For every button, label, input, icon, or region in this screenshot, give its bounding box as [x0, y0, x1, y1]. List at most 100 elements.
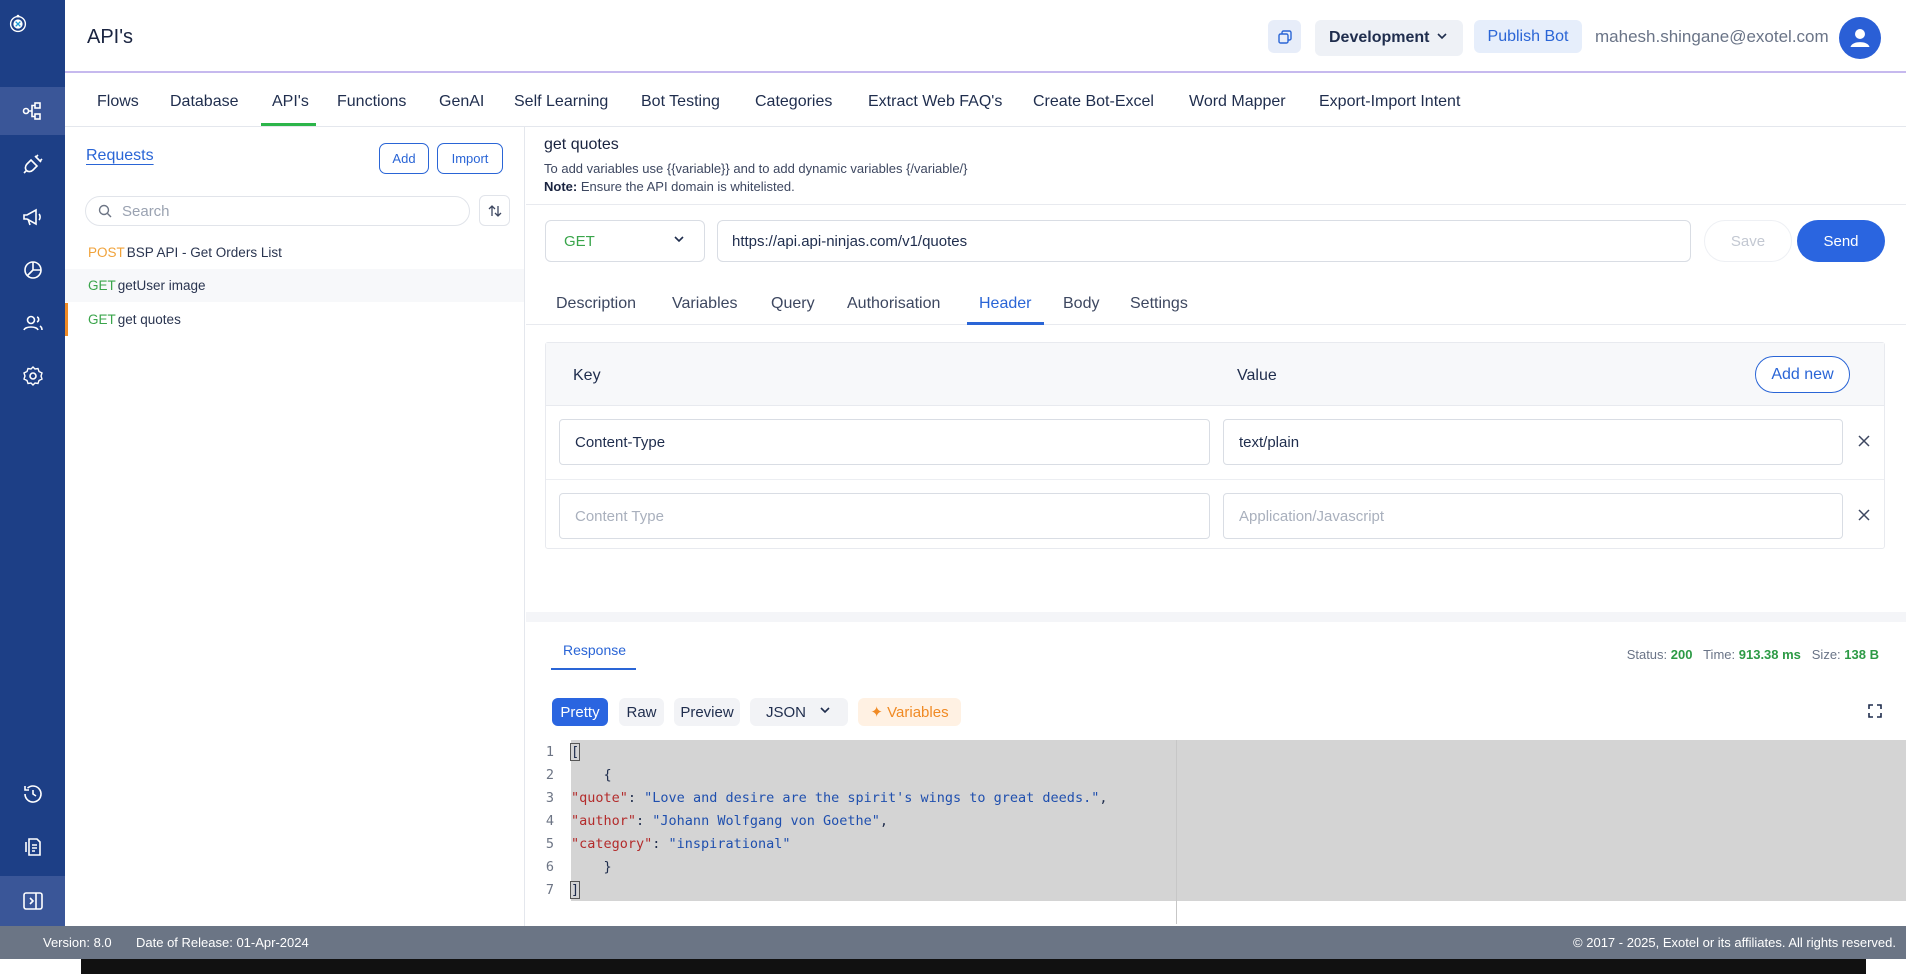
- request-item-active[interactable]: GET get quotes: [65, 303, 524, 336]
- code-line: 4 "author": "Johann Wolfgang von Goethe"…: [531, 809, 1906, 832]
- code-line: 2 {: [531, 763, 1906, 786]
- tab-query[interactable]: Query: [771, 295, 815, 313]
- chevron-down-icon: [818, 703, 832, 721]
- tab-apis[interactable]: API's: [272, 93, 309, 111]
- add-new-header-button[interactable]: Add new: [1755, 356, 1850, 393]
- copy-icon[interactable]: [1268, 20, 1301, 53]
- expand-icon[interactable]: [1868, 704, 1882, 723]
- page-title: API's: [87, 26, 134, 48]
- line-number: 6: [545, 858, 555, 875]
- tab-database[interactable]: Database: [170, 93, 239, 111]
- plug-nav-icon[interactable]: [0, 140, 65, 188]
- pretty-button[interactable]: Pretty: [552, 698, 608, 726]
- request-title: get quotes: [544, 136, 619, 153]
- variables-button[interactable]: ✦ Variables: [858, 698, 961, 726]
- tab-export-import-intent[interactable]: Export-Import Intent: [1319, 93, 1460, 111]
- megaphone-nav-icon[interactable]: [0, 193, 65, 241]
- settings-nav-icon[interactable]: [0, 352, 65, 400]
- avatar[interactable]: [1839, 17, 1881, 59]
- response-tab-indicator: [551, 668, 636, 670]
- request-item[interactable]: POST BSP API - Get Orders List: [65, 236, 524, 269]
- flows-nav-icon[interactable]: [0, 87, 65, 135]
- copyright-text: © 2017 - 2025, Exotel or its affiliates.…: [1573, 935, 1896, 950]
- tab-header[interactable]: Header: [979, 295, 1031, 313]
- divider: [526, 204, 1906, 205]
- requests-title[interactable]: Requests: [86, 147, 154, 165]
- header-value-input[interactable]: text/plain: [1223, 419, 1843, 465]
- environment-select[interactable]: Development: [1315, 20, 1463, 56]
- note-text: Ensure the API domain is whitelisted.: [577, 179, 795, 194]
- status-label: Status:: [1626, 647, 1668, 662]
- variables-hint: To add variables use {{variable}} and to…: [544, 161, 968, 176]
- sort-button[interactable]: [479, 195, 510, 226]
- tab-description[interactable]: Description: [556, 295, 636, 313]
- tab-body[interactable]: Body: [1063, 295, 1099, 313]
- response-code-viewer[interactable]: 1 [ 2 { 3 "quote": "Love and desire are …: [531, 740, 1906, 930]
- document-nav-icon[interactable]: [0, 823, 65, 871]
- exotel-logo-icon[interactable]: [6, 12, 58, 64]
- tab-genai[interactable]: GenAI: [439, 93, 484, 111]
- close-icon[interactable]: [1855, 432, 1873, 450]
- line-number: 7: [545, 881, 555, 898]
- code-text: [: [569, 740, 1906, 763]
- header-key-input[interactable]: Content-Type: [559, 419, 1210, 465]
- tab-extract-web-faqs[interactable]: Extract Web FAQ's: [868, 93, 1002, 111]
- line-number: 2: [545, 766, 555, 783]
- headers-table-head: Key Value Add new: [546, 343, 1884, 406]
- search-icon: [98, 204, 112, 218]
- tab-settings[interactable]: Settings: [1130, 295, 1188, 313]
- code-line: 6 }: [531, 855, 1906, 878]
- tab-categories[interactable]: Categories: [755, 93, 832, 111]
- json-key: "category": [571, 835, 653, 852]
- time-value: 913.38 ms: [1738, 647, 1801, 662]
- headers-table: Key Value Add new Content-Type text/plai…: [545, 342, 1885, 549]
- header-key-input[interactable]: Content Type: [559, 493, 1210, 539]
- tab-flows[interactable]: Flows: [97, 93, 139, 111]
- import-button[interactable]: Import: [437, 143, 503, 174]
- response-type-select[interactable]: JSON: [750, 698, 848, 726]
- raw-button[interactable]: Raw: [619, 698, 664, 726]
- add-request-button[interactable]: Add: [379, 143, 429, 174]
- search-input[interactable]: Search: [85, 196, 470, 226]
- request-editor: get quotes To add variables use {{variab…: [526, 127, 1906, 926]
- chevron-down-icon: [672, 232, 686, 250]
- request-name: get quotes: [117, 312, 181, 327]
- send-button[interactable]: Send: [1797, 220, 1885, 262]
- url-input[interactable]: https://api.api-ninjas.com/v1/quotes: [717, 220, 1691, 262]
- json-value: "Love and desire are the spirit's wings …: [644, 789, 1100, 806]
- publish-bot-button[interactable]: Publish Bot: [1474, 20, 1582, 53]
- header-value-input[interactable]: Application/Javascript: [1223, 493, 1843, 539]
- tab-bot-testing[interactable]: Bot Testing: [641, 93, 720, 111]
- code-text: }: [571, 855, 1906, 878]
- request-item[interactable]: GET getUser image: [65, 269, 524, 302]
- tab-authorisation[interactable]: Authorisation: [847, 295, 940, 313]
- code-text: "category": "inspirational": [571, 832, 1906, 855]
- code-text: {: [571, 763, 1906, 786]
- note-label: Note:: [544, 179, 578, 194]
- tab-variables[interactable]: Variables: [672, 295, 738, 313]
- save-button[interactable]: Save: [1704, 220, 1792, 262]
- tab-create-bot-excel[interactable]: Create Bot-Excel: [1033, 93, 1154, 111]
- preview-button[interactable]: Preview: [674, 698, 740, 726]
- tab-self-learning[interactable]: Self Learning: [514, 93, 608, 111]
- tab-word-mapper[interactable]: Word Mapper: [1189, 93, 1286, 111]
- history-nav-icon[interactable]: [0, 770, 65, 818]
- code-line: 7 ]: [531, 878, 1906, 901]
- editor-ruler: [1176, 740, 1177, 924]
- method-select[interactable]: GET: [545, 220, 705, 262]
- sort-icon: [488, 204, 501, 217]
- release-date-text: Date of Release: 01-Apr-2024: [136, 935, 309, 950]
- header-row: Content Type Application/Javascript: [546, 479, 1884, 552]
- collapse-sidebar-icon[interactable]: [0, 876, 65, 926]
- json-value: "Johann Wolfgang von Goethe": [652, 812, 880, 829]
- line-number: 1: [545, 743, 555, 760]
- analytics-nav-icon[interactable]: [0, 246, 65, 294]
- request-method: GET: [88, 312, 116, 327]
- tab-functions[interactable]: Functions: [337, 93, 406, 111]
- code-text: "quote": "Love and desire are the spirit…: [571, 786, 1906, 809]
- users-nav-icon[interactable]: [0, 299, 65, 347]
- close-icon[interactable]: [1855, 506, 1873, 524]
- tab-response[interactable]: Response: [563, 642, 626, 658]
- line-number: 5: [545, 835, 555, 852]
- active-tab-indicator: [261, 123, 316, 126]
